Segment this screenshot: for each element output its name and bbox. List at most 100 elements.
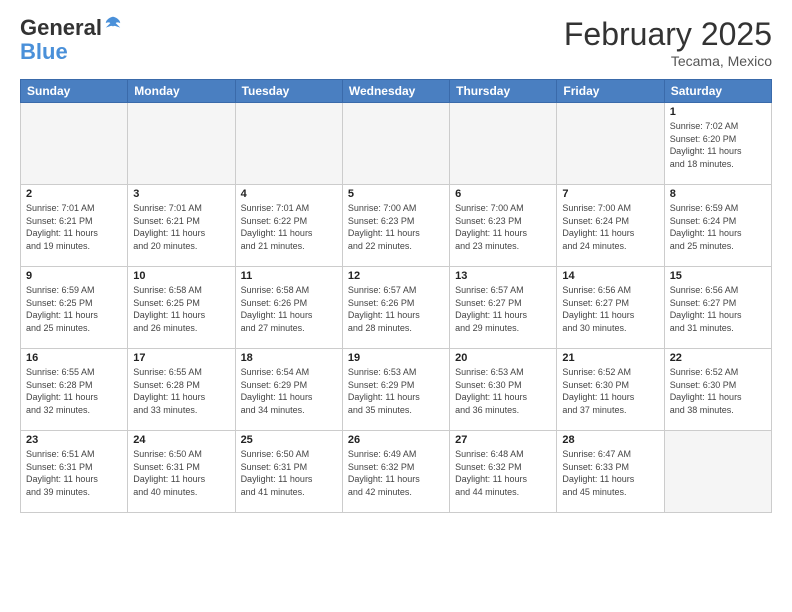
calendar-cell: 22 Sunrise: 6:52 AM Sunset: 6:30 PM Dayli…	[664, 349, 771, 431]
day-number: 1	[670, 106, 766, 118]
day-info: Sunrise: 6:50 AM Sunset: 6:31 PM Dayligh…	[133, 448, 229, 498]
calendar-cell: 27 Sunrise: 6:48 AM Sunset: 6:32 PM Dayli…	[450, 431, 557, 513]
day-info: Sunrise: 6:50 AM Sunset: 6:31 PM Dayligh…	[241, 448, 337, 498]
calendar-cell	[128, 103, 235, 185]
calendar-cell: 19 Sunrise: 6:53 AM Sunset: 6:29 PM Dayli…	[342, 349, 449, 431]
day-number: 15	[670, 270, 766, 282]
day-info: Sunrise: 6:58 AM Sunset: 6:25 PM Dayligh…	[133, 284, 229, 334]
calendar-cell: 12 Sunrise: 6:57 AM Sunset: 6:26 PM Dayli…	[342, 267, 449, 349]
day-number: 6	[455, 188, 551, 200]
col-monday: Monday	[128, 80, 235, 103]
calendar-cell: 8Sunrise: 6:59 AM Sunset: 6:24 PM Daylig…	[664, 185, 771, 267]
calendar-cell: 20 Sunrise: 6:53 AM Sunset: 6:30 PM Dayli…	[450, 349, 557, 431]
col-tuesday: Tuesday	[235, 80, 342, 103]
day-info: Sunrise: 6:52 AM Sunset: 6:30 PM Dayligh…	[670, 366, 766, 416]
col-sunday: Sunday	[21, 80, 128, 103]
day-number: 3	[133, 188, 229, 200]
day-number: 5	[348, 188, 444, 200]
col-thursday: Thursday	[450, 80, 557, 103]
day-info: Sunrise: 6:59 AM Sunset: 6:25 PM Dayligh…	[26, 284, 122, 334]
day-info: Sunrise: 6:58 AM Sunset: 6:26 PM Dayligh…	[241, 284, 337, 334]
calendar-cell: 14Sunrise: 6:56 AM Sunset: 6:27 PM Dayli…	[557, 267, 664, 349]
calendar-cell	[664, 431, 771, 513]
location: Tecama, Mexico	[564, 53, 772, 69]
calendar-week-5: 23Sunrise: 6:51 AM Sunset: 6:31 PM Dayli…	[21, 431, 772, 513]
calendar-cell: 28 Sunrise: 6:47 AM Sunset: 6:33 PM Dayli…	[557, 431, 664, 513]
calendar-week-2: 2 Sunrise: 7:01 AM Sunset: 6:21 PM Daylig…	[21, 185, 772, 267]
month-title: February 2025	[564, 16, 772, 53]
day-number: 20	[455, 352, 551, 364]
calendar-cell: 15 Sunrise: 6:56 AM Sunset: 6:27 PM Dayli…	[664, 267, 771, 349]
day-info: Sunrise: 6:55 AM Sunset: 6:28 PM Dayligh…	[133, 366, 229, 416]
calendar-cell: 11 Sunrise: 6:58 AM Sunset: 6:26 PM Dayli…	[235, 267, 342, 349]
day-info: Sunrise: 6:56 AM Sunset: 6:27 PM Dayligh…	[670, 284, 766, 334]
calendar-cell	[450, 103, 557, 185]
day-number: 18	[241, 352, 337, 364]
day-number: 19	[348, 352, 444, 364]
page: General Blue February 2025 Tecama, Mexic…	[0, 0, 792, 612]
day-number: 9	[26, 270, 122, 282]
col-wednesday: Wednesday	[342, 80, 449, 103]
calendar-cell: 6 Sunrise: 7:00 AM Sunset: 6:23 PM Daylig…	[450, 185, 557, 267]
day-info: Sunrise: 7:00 AM Sunset: 6:23 PM Dayligh…	[348, 202, 444, 252]
calendar-cell: 10 Sunrise: 6:58 AM Sunset: 6:25 PM Dayli…	[128, 267, 235, 349]
calendar-cell: 1Sunrise: 7:02 AM Sunset: 6:20 PM Daylig…	[664, 103, 771, 185]
day-number: 27	[455, 434, 551, 446]
calendar-cell: 17 Sunrise: 6:55 AM Sunset: 6:28 PM Dayli…	[128, 349, 235, 431]
day-number: 22	[670, 352, 766, 364]
day-number: 28	[562, 434, 658, 446]
calendar-cell: 13 Sunrise: 6:57 AM Sunset: 6:27 PM Dayli…	[450, 267, 557, 349]
day-info: Sunrise: 6:49 AM Sunset: 6:32 PM Dayligh…	[348, 448, 444, 498]
logo: General Blue	[20, 16, 122, 64]
day-info: Sunrise: 6:57 AM Sunset: 6:26 PM Dayligh…	[348, 284, 444, 334]
logo-text: General Blue	[20, 16, 122, 64]
day-info: Sunrise: 7:01 AM Sunset: 6:21 PM Dayligh…	[26, 202, 122, 252]
day-info: Sunrise: 6:52 AM Sunset: 6:30 PM Dayligh…	[562, 366, 658, 416]
day-info: Sunrise: 6:51 AM Sunset: 6:31 PM Dayligh…	[26, 448, 122, 498]
calendar-cell: 24 Sunrise: 6:50 AM Sunset: 6:31 PM Dayli…	[128, 431, 235, 513]
header: General Blue February 2025 Tecama, Mexic…	[20, 16, 772, 69]
calendar-header-row: Sunday Monday Tuesday Wednesday Thursday…	[21, 80, 772, 103]
day-info: Sunrise: 6:48 AM Sunset: 6:32 PM Dayligh…	[455, 448, 551, 498]
day-number: 7	[562, 188, 658, 200]
calendar-week-1: 1Sunrise: 7:02 AM Sunset: 6:20 PM Daylig…	[21, 103, 772, 185]
day-number: 13	[455, 270, 551, 282]
logo-bird-icon	[104, 15, 122, 33]
logo-blue: Blue	[20, 39, 68, 64]
day-info: Sunrise: 7:01 AM Sunset: 6:21 PM Dayligh…	[133, 202, 229, 252]
calendar-cell: 5 Sunrise: 7:00 AM Sunset: 6:23 PM Daylig…	[342, 185, 449, 267]
day-number: 2	[26, 188, 122, 200]
calendar-table: Sunday Monday Tuesday Wednesday Thursday…	[20, 79, 772, 513]
day-info: Sunrise: 6:54 AM Sunset: 6:29 PM Dayligh…	[241, 366, 337, 416]
calendar-cell: 16Sunrise: 6:55 AM Sunset: 6:28 PM Dayli…	[21, 349, 128, 431]
calendar-cell: 25 Sunrise: 6:50 AM Sunset: 6:31 PM Dayli…	[235, 431, 342, 513]
day-info: Sunrise: 6:53 AM Sunset: 6:29 PM Dayligh…	[348, 366, 444, 416]
calendar-cell: 26 Sunrise: 6:49 AM Sunset: 6:32 PM Dayli…	[342, 431, 449, 513]
day-info: Sunrise: 6:56 AM Sunset: 6:27 PM Dayligh…	[562, 284, 658, 334]
day-number: 17	[133, 352, 229, 364]
day-number: 12	[348, 270, 444, 282]
day-number: 24	[133, 434, 229, 446]
day-number: 11	[241, 270, 337, 282]
calendar-cell: 18 Sunrise: 6:54 AM Sunset: 6:29 PM Dayli…	[235, 349, 342, 431]
logo-general: General	[20, 16, 102, 40]
day-number: 4	[241, 188, 337, 200]
calendar-cell: 2 Sunrise: 7:01 AM Sunset: 6:21 PM Daylig…	[21, 185, 128, 267]
day-number: 25	[241, 434, 337, 446]
day-info: Sunrise: 6:57 AM Sunset: 6:27 PM Dayligh…	[455, 284, 551, 334]
calendar-cell	[557, 103, 664, 185]
title-block: February 2025 Tecama, Mexico	[564, 16, 772, 69]
day-info: Sunrise: 6:47 AM Sunset: 6:33 PM Dayligh…	[562, 448, 658, 498]
calendar-cell: 4Sunrise: 7:01 AM Sunset: 6:22 PM Daylig…	[235, 185, 342, 267]
calendar-cell	[235, 103, 342, 185]
col-saturday: Saturday	[664, 80, 771, 103]
calendar-week-4: 16Sunrise: 6:55 AM Sunset: 6:28 PM Dayli…	[21, 349, 772, 431]
day-number: 10	[133, 270, 229, 282]
day-info: Sunrise: 7:00 AM Sunset: 6:23 PM Dayligh…	[455, 202, 551, 252]
day-info: Sunrise: 6:53 AM Sunset: 6:30 PM Dayligh…	[455, 366, 551, 416]
calendar-week-3: 9 Sunrise: 6:59 AM Sunset: 6:25 PM Daylig…	[21, 267, 772, 349]
day-number: 21	[562, 352, 658, 364]
calendar-cell	[21, 103, 128, 185]
day-number: 26	[348, 434, 444, 446]
day-info: Sunrise: 7:00 AM Sunset: 6:24 PM Dayligh…	[562, 202, 658, 252]
